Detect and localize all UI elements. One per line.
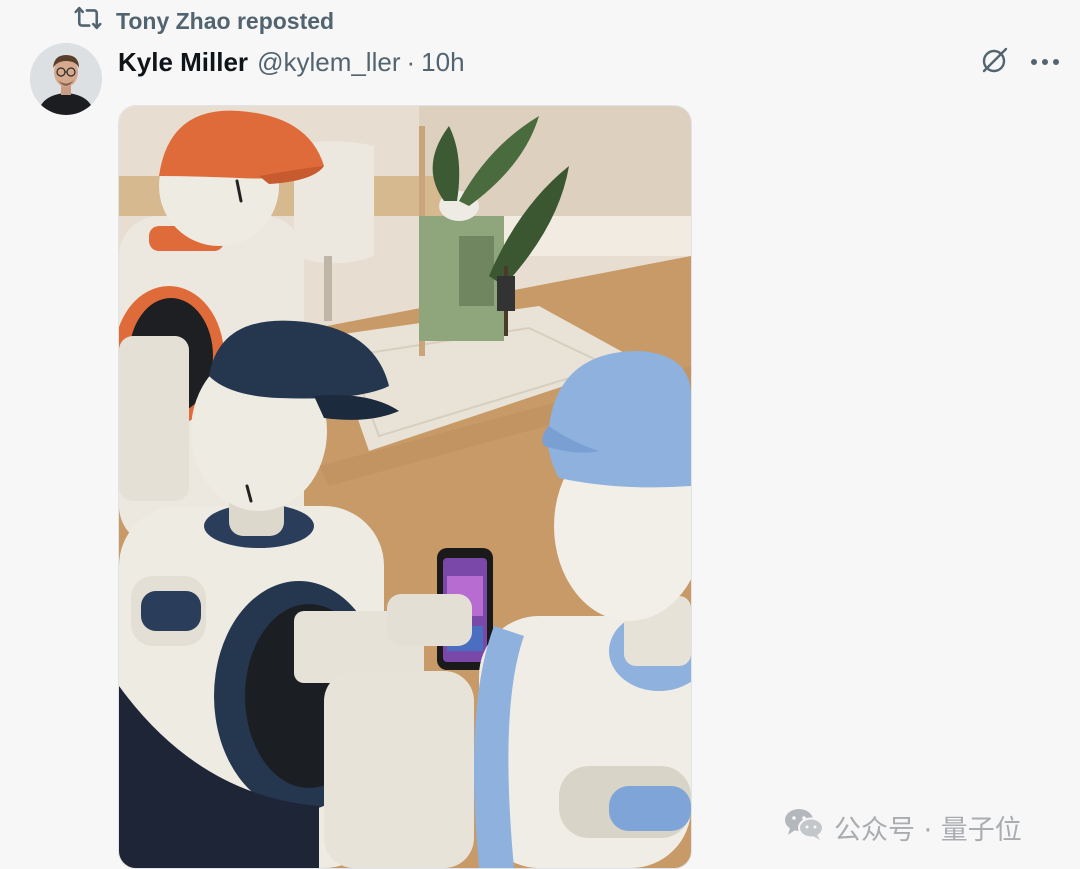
avatar[interactable] bbox=[30, 43, 102, 115]
repost-label: Tony Zhao reposted bbox=[116, 7, 335, 34]
more-icon bbox=[1030, 53, 1060, 71]
post-time[interactable]: 10h bbox=[421, 47, 464, 78]
grok-icon bbox=[979, 44, 1011, 81]
repost-indicator[interactable]: Tony Zhao reposted bbox=[74, 6, 334, 36]
repost-icon bbox=[74, 4, 102, 38]
post-media-image[interactable] bbox=[118, 105, 692, 869]
watermark-text: 公众号 · 量子位 bbox=[834, 814, 1022, 846]
author-name[interactable]: Kyle Miller bbox=[118, 47, 248, 78]
post-header: Kyle Miller @kylem_ller · 10h bbox=[118, 44, 465, 80]
grok-button[interactable] bbox=[976, 45, 1014, 79]
wechat-icon bbox=[784, 806, 824, 849]
author-handle[interactable]: @kylem_ller bbox=[257, 47, 400, 78]
watermark: 公众号 · 量子位 bbox=[784, 805, 1022, 849]
robots-photo bbox=[119, 106, 691, 868]
separator-dot: · bbox=[406, 46, 416, 77]
more-button[interactable] bbox=[1026, 45, 1064, 79]
